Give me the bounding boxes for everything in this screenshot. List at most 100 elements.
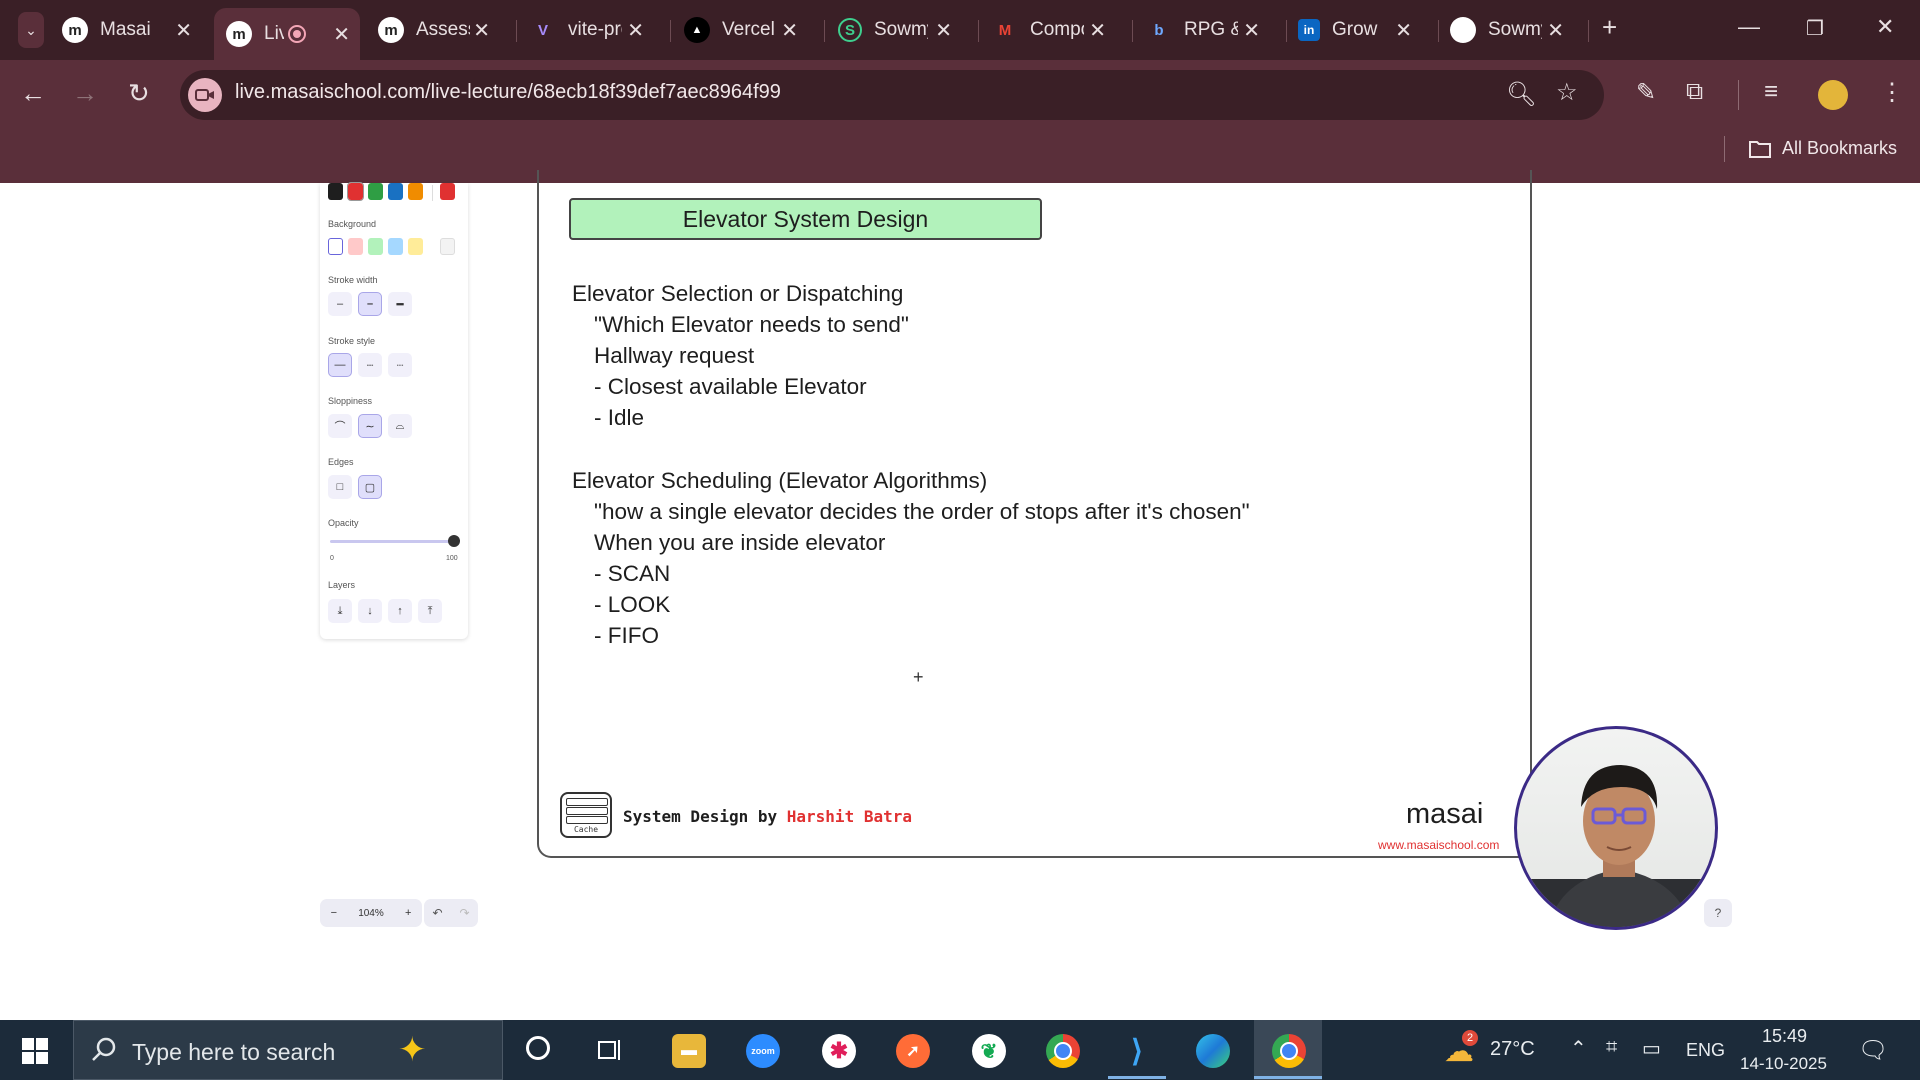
new-tab-button[interactable]: + xyxy=(1602,12,1617,43)
slide-text-line[interactable]: Hallway request xyxy=(594,343,754,369)
close-tab-icon[interactable]: ✕ xyxy=(627,18,644,43)
tab-vercel[interactable]: ▲ Vercel ✕ xyxy=(684,8,808,52)
stroke-style-dashed[interactable]: ┄ xyxy=(358,353,382,377)
zoom-in-button[interactable]: + xyxy=(405,907,411,919)
redo-icon[interactable]: ↷ xyxy=(459,906,469,920)
tab-gmail-compose[interactable]: M Compose ✕ xyxy=(992,8,1116,52)
opacity-slider-track[interactable] xyxy=(330,540,460,543)
slide-text-line[interactable]: - Closest available Elevator xyxy=(594,374,867,400)
stroke-width-thin[interactable]: – xyxy=(328,292,352,316)
close-tab-icon[interactable]: ✕ xyxy=(1395,18,1412,43)
clock-date[interactable]: 14-10-2025 xyxy=(1740,1054,1827,1074)
close-tab-icon[interactable]: ✕ xyxy=(175,18,192,43)
postman-icon[interactable]: ➚ xyxy=(896,1034,930,1068)
chrome-icon[interactable] xyxy=(1046,1034,1080,1068)
notifications-icon[interactable]: 🗨︎ xyxy=(1858,1036,1888,1065)
undo-icon[interactable]: ↶ xyxy=(432,906,442,920)
tab-search-button[interactable]: ⌄ xyxy=(18,12,44,48)
slide-text-line[interactable]: - Idle xyxy=(594,405,644,431)
close-window-button[interactable]: ✕ xyxy=(1876,14,1894,40)
background-blue[interactable] xyxy=(388,238,403,255)
tab-live-lecture[interactable]: m Live ✕ xyxy=(214,8,360,60)
sloppiness-architect[interactable]: ⌒ xyxy=(328,414,352,438)
pen-extension-icon[interactable]: ✎ xyxy=(1636,78,1656,107)
tab-rpg[interactable]: b RPG & ✕ xyxy=(1146,8,1270,52)
background-yellow[interactable] xyxy=(408,238,423,255)
close-tab-icon[interactable]: ✕ xyxy=(473,18,490,43)
all-bookmarks-button[interactable]: All Bookmarks xyxy=(1748,138,1897,159)
send-to-back-button[interactable]: ⤓ xyxy=(328,599,352,623)
slide-text-line[interactable]: When you are inside elevator xyxy=(594,530,885,556)
language-indicator[interactable]: ENG xyxy=(1686,1040,1725,1061)
close-tab-icon[interactable]: ✕ xyxy=(1547,18,1564,43)
sloppiness-artist[interactable]: ∼ xyxy=(358,414,382,438)
url-text[interactable]: live.masaischool.com/live-lecture/68ecb1… xyxy=(235,81,781,104)
media-controls-icon[interactable]: ≡ xyxy=(1764,78,1778,106)
tab-linkedin[interactable]: in Grow ✕ xyxy=(1298,8,1422,52)
camera-in-use-icon[interactable] xyxy=(188,78,222,112)
show-hidden-icons-chevron-icon[interactable]: ⌃ xyxy=(1570,1036,1587,1061)
network-icon[interactable]: ⌗ xyxy=(1606,1036,1617,1059)
background-pink[interactable] xyxy=(348,238,363,255)
restore-button[interactable]: ❐ xyxy=(1806,16,1824,41)
close-tab-icon[interactable]: ✕ xyxy=(781,18,798,43)
slide-text-line[interactable]: - SCAN xyxy=(594,561,670,587)
slide-heading-scheduling[interactable]: Elevator Scheduling (Elevator Algorithms… xyxy=(572,468,987,494)
slide-text-line[interactable]: "how a single elevator decides the order… xyxy=(594,499,1250,525)
minimize-button[interactable]: — xyxy=(1738,14,1760,40)
reload-button[interactable]: ↻ xyxy=(128,78,150,109)
stroke-width-bold[interactable]: – xyxy=(358,292,382,316)
stroke-width-extra-bold[interactable]: ━ xyxy=(388,292,412,316)
bring-to-front-button[interactable]: ⤒ xyxy=(418,599,442,623)
chrome-profile-icon[interactable] xyxy=(1272,1034,1306,1068)
presenter-webcam-video[interactable] xyxy=(1514,726,1718,930)
slide-text-line[interactable]: "Which Elevator needs to send" xyxy=(594,312,909,338)
stroke-color-orange[interactable] xyxy=(408,183,423,200)
tab-masai[interactable]: m Masai ✕ xyxy=(62,8,202,52)
edges-round[interactable]: ▢ xyxy=(358,475,382,499)
tab-sowmya[interactable]: S Sowmya ✕ xyxy=(838,8,962,52)
edge-icon[interactable] xyxy=(1196,1034,1230,1068)
tab-github[interactable]: ● Sowmya ✕ xyxy=(1450,8,1574,52)
edges-sharp[interactable]: □ xyxy=(328,475,352,499)
mongodb-compass-icon[interactable]: ❦ xyxy=(972,1034,1006,1068)
slide-text-line[interactable]: - FIFO xyxy=(594,623,659,649)
sloppiness-cartoonist[interactable]: ⌓ xyxy=(388,414,412,438)
close-tab-icon[interactable]: ✕ xyxy=(333,22,350,47)
close-tab-icon[interactable]: ✕ xyxy=(1089,18,1106,43)
close-tab-icon[interactable]: ✕ xyxy=(1243,18,1260,43)
send-backward-button[interactable]: ↓ xyxy=(358,599,382,623)
extensions-icon[interactable]: ⧉ xyxy=(1686,78,1703,106)
copilot-sparkle-icon[interactable]: ✦ xyxy=(398,1030,427,1070)
windows-start-icon[interactable] xyxy=(22,1038,48,1069)
menu-kebab-icon[interactable]: ⋮ xyxy=(1880,78,1904,107)
zoom-out-button[interactable]: − xyxy=(331,907,337,919)
stroke-color-green[interactable] xyxy=(368,183,383,200)
slide-heading-dispatching[interactable]: Elevator Selection or Dispatching xyxy=(572,281,903,307)
stroke-color-red[interactable] xyxy=(347,182,364,201)
profile-avatar[interactable] xyxy=(1818,80,1848,110)
close-tab-icon[interactable]: ✕ xyxy=(935,18,952,43)
temperature[interactable]: 27°C xyxy=(1490,1038,1535,1061)
stroke-style-dotted[interactable]: ┈ xyxy=(388,353,412,377)
vscode-icon[interactable]: ⟩ xyxy=(1120,1034,1154,1068)
file-explorer-icon[interactable]: ▬ xyxy=(672,1034,706,1068)
help-icon[interactable]: ? xyxy=(1704,899,1732,927)
tab-vite[interactable]: V vite-project ✕ xyxy=(530,8,654,52)
slack-icon[interactable]: ✱ xyxy=(822,1034,856,1068)
stroke-style-solid[interactable]: — xyxy=(328,353,352,377)
background-green[interactable] xyxy=(368,238,383,255)
tab-assessments[interactable]: m Assessments ✕ xyxy=(378,8,500,52)
cortana-icon[interactable] xyxy=(526,1036,550,1060)
task-view-icon[interactable] xyxy=(597,1038,623,1062)
slide-title[interactable]: Elevator System Design xyxy=(569,198,1042,240)
opacity-slider-thumb[interactable] xyxy=(448,535,460,547)
zoom-icon[interactable]: 🔍︎ xyxy=(1506,80,1536,109)
zoom-app-icon[interactable]: zoom xyxy=(746,1034,780,1068)
stroke-color-black[interactable] xyxy=(328,183,343,200)
battery-icon[interactable]: ▭ xyxy=(1642,1036,1661,1061)
background-transparent[interactable] xyxy=(328,238,343,255)
forward-button[interactable]: → xyxy=(72,78,98,109)
current-stroke-color[interactable] xyxy=(440,183,455,200)
slide-text-line[interactable]: - LOOK xyxy=(594,592,670,618)
